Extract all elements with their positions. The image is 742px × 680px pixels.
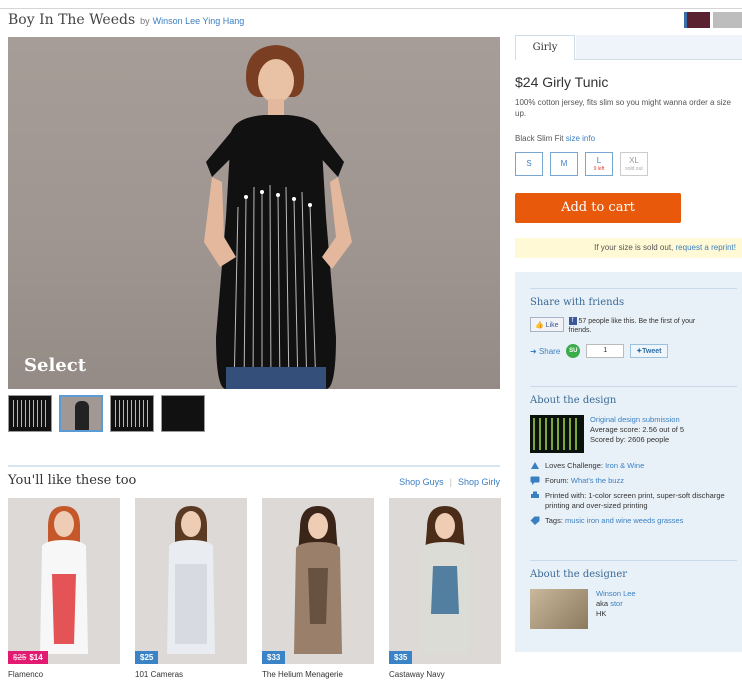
facebook-icon: f — [568, 317, 577, 326]
price-badge: $25 $14 — [8, 651, 48, 664]
product-card[interactable]: $33 The Helium Menagerie — [262, 498, 374, 679]
price-badge: $35 — [389, 651, 413, 664]
printed-row: Printed with: 1-color screen print, supe… — [530, 491, 737, 511]
thumbnail-1[interactable] — [8, 395, 52, 432]
designer-name-link[interactable]: Winson Lee — [596, 589, 636, 598]
product-name[interactable]: Flamenco — [8, 670, 120, 679]
design-title: Boy In The Weeds — [8, 12, 136, 28]
fit-info: Black Slim Fit size info — [515, 134, 595, 143]
product-image[interactable]: $25 $14 — [8, 498, 120, 664]
product-name[interactable]: Castaway Navy — [389, 670, 501, 679]
section-divider — [8, 465, 500, 467]
shop-links: Shop Guys | Shop Girly — [399, 477, 500, 487]
fit-label: Black Slim Fit — [515, 134, 564, 143]
thumbnail-3[interactable] — [110, 395, 154, 432]
top-rule — [0, 8, 742, 9]
about-designer-section: About the designer Winson Lee aka stor H… — [530, 560, 737, 629]
challenge-link[interactable]: Iron & Wine — [605, 461, 644, 470]
product-image[interactable]: $25 — [135, 498, 247, 664]
share-title: Share with friends — [530, 297, 625, 308]
shop-links-separator: | — [449, 477, 452, 487]
facebook-like-count: f 57 people like this. Be the first of yo… — [568, 317, 696, 334]
about-design-section: About the design Original design submiss… — [530, 386, 737, 531]
add-to-cart-button[interactable]: Add to cart — [515, 193, 681, 223]
size-stock-note: 9 left — [593, 166, 605, 172]
shop-girly-link[interactable]: Shop Girly — [458, 477, 500, 487]
designer-handle-link[interactable]: stor — [610, 599, 623, 608]
about-designer-title: About the designer — [530, 569, 628, 580]
share-link[interactable]: ➜ Share — [530, 347, 560, 356]
main-product-photo[interactable]: Select — [8, 37, 500, 389]
photo-thumbnails — [8, 395, 205, 432]
designer-avatar[interactable] — [530, 589, 588, 629]
tab-bar — [576, 35, 742, 59]
recommended-products: $25 $14 Flamenco $25 101 Cameras $33 The … — [8, 498, 501, 679]
share-section: Share with friends 👍 Like f 57 people lik… — [530, 288, 737, 358]
size-button-l[interactable]: L9 left — [585, 152, 613, 176]
size-button-xl[interactable]: XL sold out — [620, 152, 648, 176]
model-illustration — [204, 45, 352, 389]
color-thumb-2[interactable] — [713, 12, 742, 28]
title-row: Boy In The Weeds by Winson Lee Ying Hang — [8, 12, 244, 30]
product-image[interactable]: $33 — [262, 498, 374, 664]
thumbnail-4[interactable] — [161, 395, 205, 432]
challenge-icon — [531, 462, 539, 469]
designer-location: HK — [596, 609, 607, 618]
product-card[interactable]: $25 101 Cameras — [135, 498, 247, 679]
product-image[interactable]: $35 — [389, 498, 501, 664]
average-score: Average score: 2.56 out of 5 — [590, 425, 685, 434]
sold-out-text: If your size is sold out, — [594, 243, 674, 252]
forum-link[interactable]: What's the buzz — [571, 476, 624, 485]
forum-row: Forum: What's the buzz — [530, 476, 737, 486]
tweet-button[interactable]: ✦Tweet — [630, 344, 668, 358]
product-card[interactable]: $35 Castaway Navy — [389, 498, 501, 679]
facebook-like-button[interactable]: 👍 Like — [530, 317, 564, 332]
size-info-link[interactable]: size info — [566, 134, 595, 143]
thumbnail-2[interactable] — [59, 395, 103, 432]
scored-by: Scored by: 2606 people — [590, 435, 670, 444]
design-artwork-thumbnail[interactable] — [530, 415, 584, 453]
challenge-row: Loves Challenge: Iron & Wine — [530, 461, 737, 471]
size-button-m[interactable]: M — [550, 152, 578, 176]
size-stock-note: sold out — [625, 166, 643, 172]
tab-underline — [575, 59, 742, 60]
request-reprint-link[interactable]: request a reprint! — [676, 243, 736, 252]
stumbleupon-count: 1 — [586, 344, 625, 358]
product-description: 100% cotton jersey, fits slim so you mig… — [515, 98, 731, 118]
recommend-title: You'll like these too — [8, 473, 137, 488]
tag-icon — [530, 516, 540, 525]
size-button-s[interactable]: S — [515, 152, 543, 176]
tab-girly[interactable]: Girly — [515, 35, 575, 60]
print-method: Printed with: 1-color screen print, supe… — [545, 491, 725, 510]
select-watermark: Select — [24, 355, 87, 376]
color-thumb-1[interactable] — [684, 12, 710, 28]
by-label: by — [140, 16, 150, 26]
price-badge: $25 — [135, 651, 159, 664]
design-submission-link[interactable]: Original design submission — [590, 415, 680, 424]
product-name[interactable]: 101 Cameras — [135, 670, 247, 679]
tags-row: Tags: music iron and wine weeds grasses — [530, 516, 737, 526]
price-badge: $33 — [262, 651, 286, 664]
product-card[interactable]: $25 $14 Flamenco — [8, 498, 120, 679]
tags-link[interactable]: music iron and wine weeds grasses — [565, 516, 683, 525]
shop-guys-link[interactable]: Shop Guys — [399, 477, 444, 487]
about-design-title: About the design — [530, 395, 617, 406]
product-title: $24 Girly Tunic — [515, 74, 609, 90]
sidebar-panel: Share with friends 👍 Like f 57 people lik… — [515, 272, 742, 652]
forum-icon — [530, 476, 540, 485]
product-name[interactable]: The Helium Menagerie — [262, 670, 374, 679]
artist-link[interactable]: Winson Lee Ying Hang — [153, 16, 245, 26]
size-selector: S M L9 left XL sold out — [515, 152, 648, 176]
stumbleupon-icon[interactable]: SU — [566, 344, 581, 358]
print-icon — [531, 491, 539, 498]
color-thumbs — [684, 12, 742, 28]
sold-out-notice: If your size is sold out, request a repr… — [515, 238, 742, 258]
